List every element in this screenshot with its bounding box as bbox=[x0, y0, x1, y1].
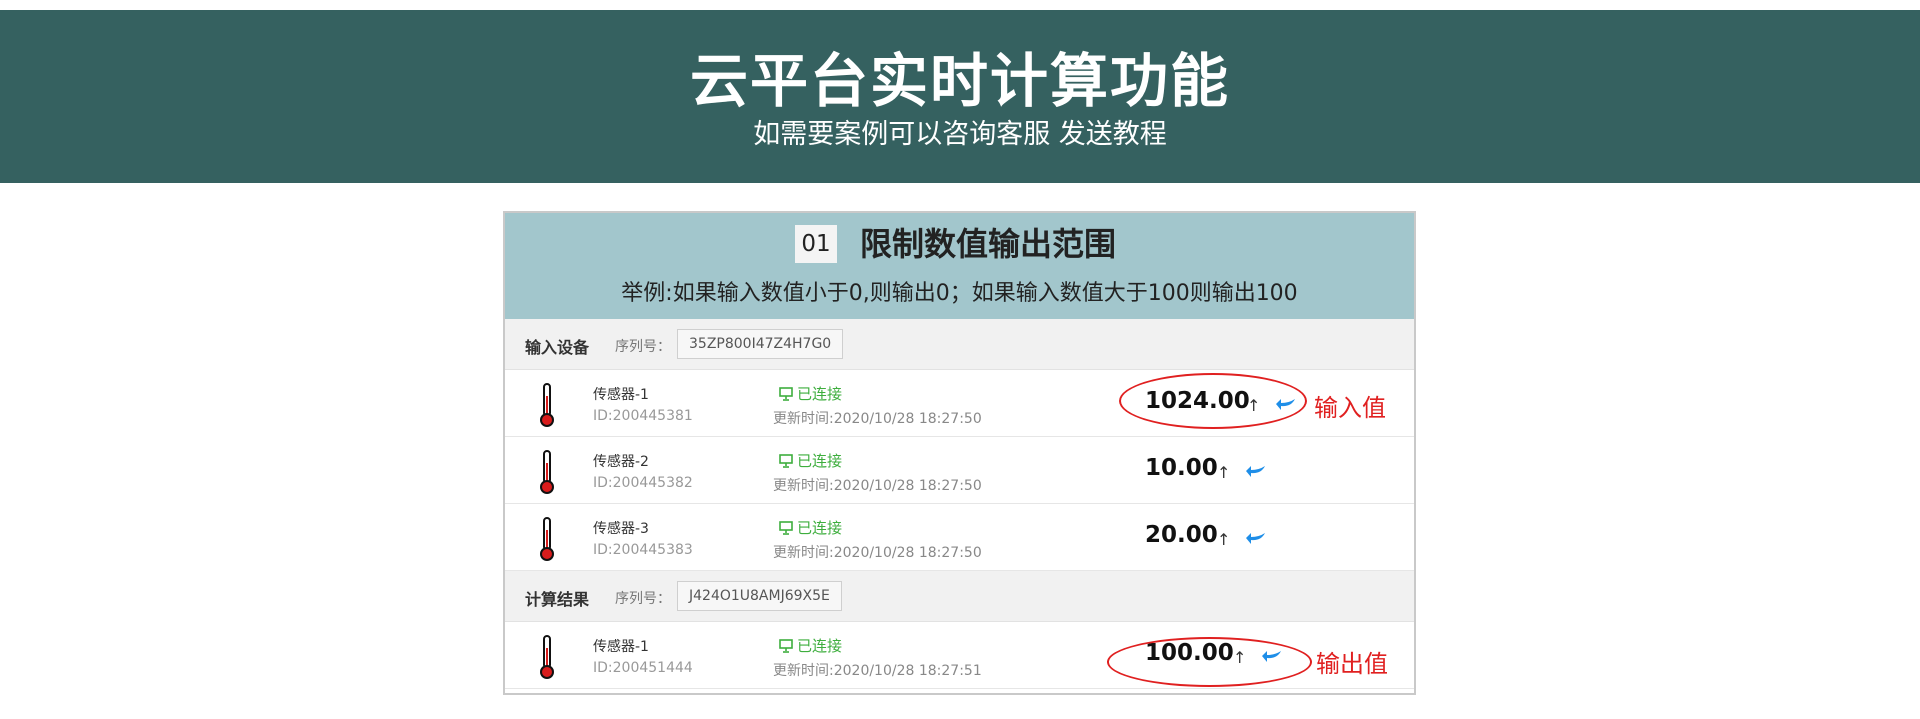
device-id: ID:200445383 bbox=[593, 542, 693, 558]
calculation-panel: 01 限制数值输出范围 举例:如果输入数值小于0,则输出0；如果输入数值大于10… bbox=[503, 211, 1416, 695]
thermometer-icon bbox=[540, 383, 554, 427]
update-time: 更新时间:2020/10/28 18:27:50 bbox=[773, 411, 982, 427]
device-name: 传感器-1 bbox=[593, 639, 649, 655]
result-section-label: 计算结果 bbox=[525, 590, 590, 609]
status-text: 已连接 bbox=[797, 385, 843, 403]
monitor-icon bbox=[779, 521, 793, 535]
status-badge: 已连接 bbox=[779, 383, 842, 404]
device-id: ID:200445382 bbox=[593, 475, 693, 491]
update-time: 更新时间:2020/10/28 18:27:50 bbox=[773, 545, 982, 561]
panel-description: 举例:如果输入数值小于0,则输出0；如果输入数值大于100则输出100 bbox=[621, 281, 1298, 306]
input-serial-field[interactable]: 35ZP800I47Z4H7G0 bbox=[677, 329, 844, 359]
update-time: 更新时间:2020/10/28 18:27:51 bbox=[773, 663, 982, 679]
monitor-icon bbox=[779, 454, 793, 468]
device-row[interactable]: 传感器-3 ID:200445383 已连接 更新时间:2020/10/28 1… bbox=[505, 504, 1414, 571]
monitor-icon bbox=[779, 639, 793, 653]
banner-subtitle: 如需要案例可以咨询客服 发送教程 bbox=[753, 119, 1167, 150]
input-value-annotation: 输入值 bbox=[1314, 394, 1386, 422]
output-value-annotation: 输出值 bbox=[1316, 650, 1388, 678]
input-value-highlight bbox=[1119, 373, 1307, 429]
status-text: 已连接 bbox=[797, 452, 843, 470]
thermometer-icon bbox=[540, 450, 554, 494]
monitor-icon bbox=[779, 387, 793, 401]
reply-arrow-icon[interactable] bbox=[1245, 530, 1267, 546]
device-name: 传感器-3 bbox=[593, 521, 649, 537]
status-badge: 已连接 bbox=[779, 635, 842, 656]
section-number: 01 bbox=[795, 225, 837, 263]
arrow-up-icon: ↑ bbox=[1217, 463, 1231, 482]
banner: 云平台实时计算功能 如需要案例可以咨询客服 发送教程 bbox=[0, 10, 1920, 183]
update-time: 更新时间:2020/10/28 18:27:50 bbox=[773, 478, 982, 494]
status-badge: 已连接 bbox=[779, 517, 842, 538]
input-section-header: 输入设备 序列号： 35ZP800I47Z4H7G0 bbox=[505, 319, 1414, 370]
status-badge: 已连接 bbox=[779, 450, 842, 471]
arrow-up-icon: ↑ bbox=[1217, 530, 1231, 549]
result-section-header: 计算结果 序列号： J424O1U8AMJ69X5E bbox=[505, 571, 1414, 622]
banner-title: 云平台实时计算功能 bbox=[689, 47, 1230, 115]
panel-title: 限制数值输出范围 bbox=[860, 225, 1117, 263]
panel-header: 01 限制数值输出范围 举例:如果输入数值小于0,则输出0；如果输入数值大于10… bbox=[505, 213, 1414, 319]
output-value-highlight bbox=[1107, 637, 1312, 687]
reply-arrow-icon[interactable] bbox=[1245, 463, 1267, 479]
status-text: 已连接 bbox=[797, 519, 843, 537]
device-name: 传感器-1 bbox=[593, 387, 649, 403]
serial-label: 序列号： bbox=[615, 339, 671, 355]
sensor-value: 20.00 bbox=[1145, 522, 1218, 548]
status-text: 已连接 bbox=[797, 637, 843, 655]
sensor-value: 10.00 bbox=[1145, 455, 1218, 481]
result-serial-field[interactable]: J424O1U8AMJ69X5E bbox=[677, 581, 842, 611]
serial-label: 序列号： bbox=[615, 591, 671, 607]
device-row[interactable]: 传感器-2 ID:200445382 已连接 更新时间:2020/10/28 1… bbox=[505, 437, 1414, 504]
input-section-label: 输入设备 bbox=[525, 338, 590, 357]
device-name: 传感器-2 bbox=[593, 454, 649, 470]
device-id: ID:200445381 bbox=[593, 408, 693, 424]
thermometer-icon bbox=[540, 517, 554, 561]
thermometer-icon bbox=[540, 635, 554, 679]
device-id: ID:200451444 bbox=[593, 660, 693, 676]
